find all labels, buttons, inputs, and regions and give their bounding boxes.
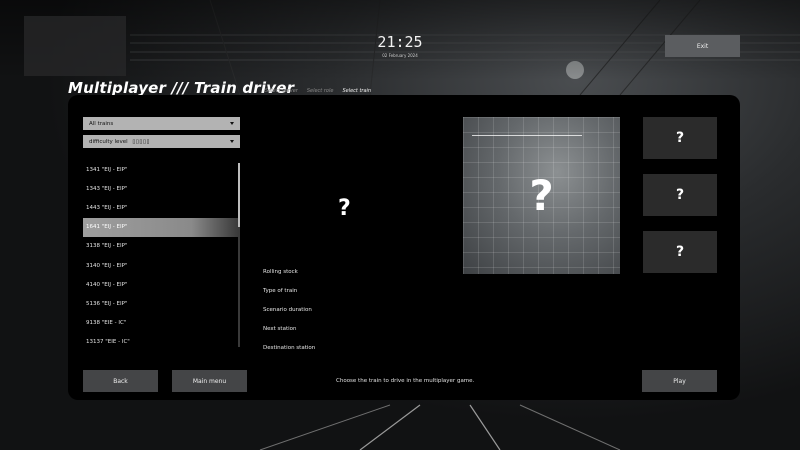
detail-label: Rolling stock xyxy=(263,269,298,276)
train-list-item[interactable]: 13137 "EIE - IC" xyxy=(83,333,238,347)
clock-time: 21:25 xyxy=(377,33,423,51)
train-filter-dropdown[interactable]: All trains xyxy=(83,117,240,130)
train-list-scrollbar[interactable] xyxy=(238,163,240,347)
train-list-item[interactable]: 1443 "EIJ - EIP" xyxy=(83,198,238,217)
top-left-tile xyxy=(24,16,126,76)
play-button[interactable]: Play xyxy=(642,370,717,392)
detail-label: Type of train xyxy=(263,288,298,295)
chevron-down-icon xyxy=(230,140,234,143)
preview-thumbnail-2[interactable]: ? xyxy=(643,174,717,216)
train-list-item[interactable]: 5136 "EIJ - EIP" xyxy=(83,294,238,313)
breadcrumb-select-role[interactable]: Select role xyxy=(307,88,334,94)
clock-date: 02 February 2024 xyxy=(382,53,418,58)
breadcrumb-select-train: Select train xyxy=(342,88,372,94)
preview-thumbnail-1[interactable]: ? xyxy=(643,117,717,159)
train-list-item[interactable]: 3140 "EIJ - EIP" xyxy=(83,256,238,275)
exit-button[interactable]: Exit xyxy=(665,35,740,57)
main-menu-button[interactable]: Main menu xyxy=(172,370,247,392)
train-list-item[interactable]: 1341 "EIJ - EIP" xyxy=(83,160,238,179)
detail-label: Scenario duration xyxy=(263,306,312,313)
train-details: Rolling stock Type of train Scenario durat… xyxy=(263,263,315,357)
train-list-item[interactable]: 1343 "EIJ - EIP" xyxy=(83,179,238,198)
train-placeholder-icon: ? xyxy=(338,196,351,221)
preview-placeholder-icon: ? xyxy=(529,171,554,220)
scrollbar-thumb[interactable] xyxy=(238,163,240,227)
preview-thumbnail-3[interactable]: ? xyxy=(643,231,717,273)
breadcrumb: Select server Select role Select train xyxy=(265,88,371,94)
chevron-down-icon xyxy=(230,122,234,125)
train-list: 1341 "EIJ - EIP" 1343 "EIJ - EIP" 1443 "EI… xyxy=(83,160,238,347)
difficulty-label-group: difficulty level ▯▯▯▯▯ xyxy=(89,139,150,145)
train-list-item[interactable]: 3138 "EIJ - EIP" xyxy=(83,237,238,256)
back-button[interactable]: Back xyxy=(83,370,158,392)
difficulty-dots: ▯▯▯▯▯ xyxy=(132,138,151,145)
difficulty-label: difficulty level xyxy=(89,138,128,145)
difficulty-dropdown[interactable]: difficulty level ▯▯▯▯▯ xyxy=(83,135,240,148)
route-preview: ? xyxy=(463,117,620,274)
train-list-item[interactable]: 1641 "EIJ - EIP" xyxy=(83,217,238,237)
train-filter-value: All trains xyxy=(89,120,114,127)
detail-label: Next station xyxy=(263,325,297,332)
train-list-item[interactable]: 9138 "EIE - IC" xyxy=(83,314,238,333)
train-list-item[interactable]: 4140 "EIJ - EIP" xyxy=(83,275,238,294)
breadcrumb-select-server[interactable]: Select server xyxy=(265,88,298,94)
hint-text: Choose the train to drive in the multipl… xyxy=(336,378,475,384)
detail-label: Destination station xyxy=(263,344,316,351)
